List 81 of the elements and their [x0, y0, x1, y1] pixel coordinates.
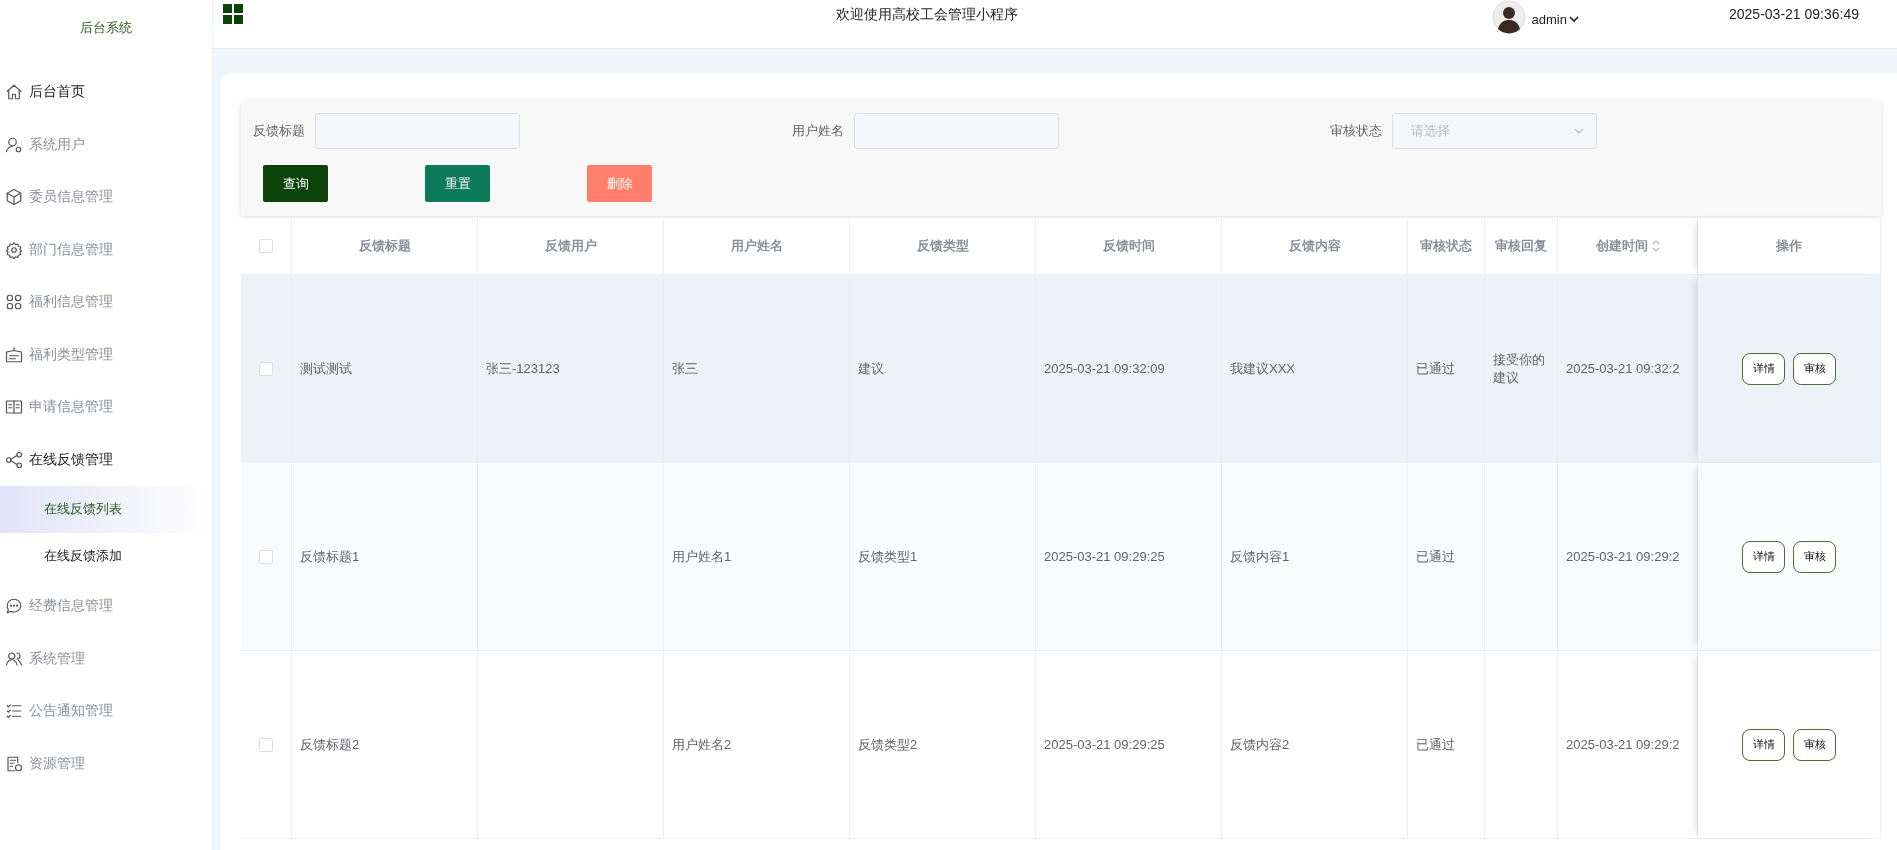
column-header: 反馈标题 — [292, 218, 478, 274]
menu-item[interactable]: 福利信息管理 — [0, 276, 212, 329]
share-icon — [5, 450, 23, 469]
users-icon — [5, 649, 23, 668]
menu-item[interactable]: 福利类型管理 — [0, 328, 212, 381]
table-cell: 建议 — [850, 275, 1036, 462]
page-title: 欢迎使用高校工会管理小程序 — [835, 6, 1020, 24]
table-cell: 2025-03-21 09:29:25 — [1036, 463, 1222, 650]
column-header: 创建时间 — [1595, 237, 1648, 255]
table-cell: 用户姓名1 — [664, 463, 850, 650]
search-button[interactable]: 查询 — [263, 165, 328, 202]
column-header: 操作 — [1698, 218, 1881, 274]
sort-icon — [1651, 240, 1660, 252]
menu-item[interactable]: 公告通知管理 — [0, 685, 212, 738]
column-header: 反馈时间 — [1036, 218, 1222, 274]
caret-icon — [1569, 14, 1579, 24]
field-label: 用户姓名 — [791, 122, 844, 140]
menu-item[interactable]: 申请信息管理 — [0, 381, 212, 434]
field-label: 审核状态 — [1330, 122, 1383, 140]
table-cell: 反馈标题2 — [292, 651, 478, 838]
field-label: 反馈标题 — [253, 122, 305, 140]
chat-icon — [5, 597, 23, 616]
table-cell: 反馈内容2 — [1222, 651, 1408, 838]
table-cell: 张三 — [664, 275, 850, 462]
menu-item[interactable]: 委员信息管理 — [0, 171, 212, 224]
menu-item[interactable]: 经费信息管理 — [0, 580, 212, 633]
menu-item[interactable]: 在线反馈管理 — [0, 433, 212, 486]
column-header: 审核回复 — [1485, 218, 1558, 274]
menu-item[interactable]: 系统用户 — [0, 118, 212, 171]
chevron-icon — [1574, 126, 1585, 136]
checklist-icon — [5, 702, 23, 721]
cube-icon — [5, 188, 23, 207]
user-icon — [5, 135, 23, 154]
details-button[interactable]: 详情 — [1742, 728, 1785, 761]
menu-item[interactable]: 系统管理 — [0, 632, 212, 685]
table-cell: 测试测试 — [292, 275, 478, 462]
checkbox[interactable] — [259, 737, 273, 752]
home-icon — [5, 83, 23, 102]
checkbox[interactable] — [259, 361, 273, 376]
sidebar-title: 后台系统 — [80, 19, 132, 37]
table-cell: 张三-123123 — [478, 275, 664, 462]
grid-icon — [5, 293, 23, 312]
sign-icon — [5, 345, 23, 364]
submenu-item[interactable]: 在线反馈列表 — [0, 486, 212, 533]
submenu-item[interactable]: 在线反馈添加 — [0, 533, 212, 580]
user-menu[interactable]: admin — [1531, 11, 1579, 27]
table-cell: 已通过 — [1408, 463, 1485, 650]
table-cell: 接受你的建议 — [1485, 275, 1558, 462]
checkbox[interactable] — [259, 239, 273, 253]
column-header: 用户姓名 — [664, 218, 850, 274]
review-button[interactable]: 审核 — [1793, 540, 1836, 573]
table-cell: 2025-03-21 09:32:09 — [1036, 275, 1222, 462]
details-button[interactable]: 详情 — [1742, 540, 1785, 573]
document-icon — [5, 754, 23, 773]
grid-icon — [223, 4, 243, 24]
table-cell: 用户姓名2 — [664, 651, 850, 838]
table-cell: 反馈标题1 — [292, 463, 478, 650]
review-button[interactable]: 审核 — [1793, 728, 1836, 761]
table-cell: 反馈类型1 — [850, 463, 1036, 650]
column-header: 反馈类型 — [850, 218, 1036, 274]
column-header: 审核状态 — [1408, 218, 1485, 274]
column-header: 反馈内容 — [1222, 218, 1408, 274]
menu-item[interactable]: 资源管理 — [0, 737, 212, 790]
menu-item[interactable]: 后台首页 — [0, 66, 212, 119]
input-field[interactable] — [315, 113, 520, 149]
table-cell: 我建议XXX — [1222, 275, 1408, 462]
gear-icon — [5, 240, 23, 259]
menu-item[interactable]: 部门信息管理 — [0, 223, 212, 276]
column-header: 反馈用户 — [478, 218, 664, 274]
table-cell: 反馈内容1 — [1222, 463, 1408, 650]
checkbox[interactable] — [259, 549, 273, 564]
table-cell: 反馈类型2 — [850, 651, 1036, 838]
details-button[interactable]: 详情 — [1742, 352, 1785, 385]
input-field[interactable] — [853, 113, 1059, 149]
review-button[interactable]: 审核 — [1793, 352, 1836, 385]
date-time: 2025-03-21 09:36:49 — [1729, 6, 1859, 22]
table-cell: 已通过 — [1408, 651, 1485, 838]
reset-button[interactable]: 重置 — [425, 165, 490, 202]
table-cell: 2025-03-21 09:29:25 — [1036, 651, 1222, 838]
table-cell: 已通过 — [1408, 275, 1485, 462]
book-icon — [5, 398, 23, 417]
